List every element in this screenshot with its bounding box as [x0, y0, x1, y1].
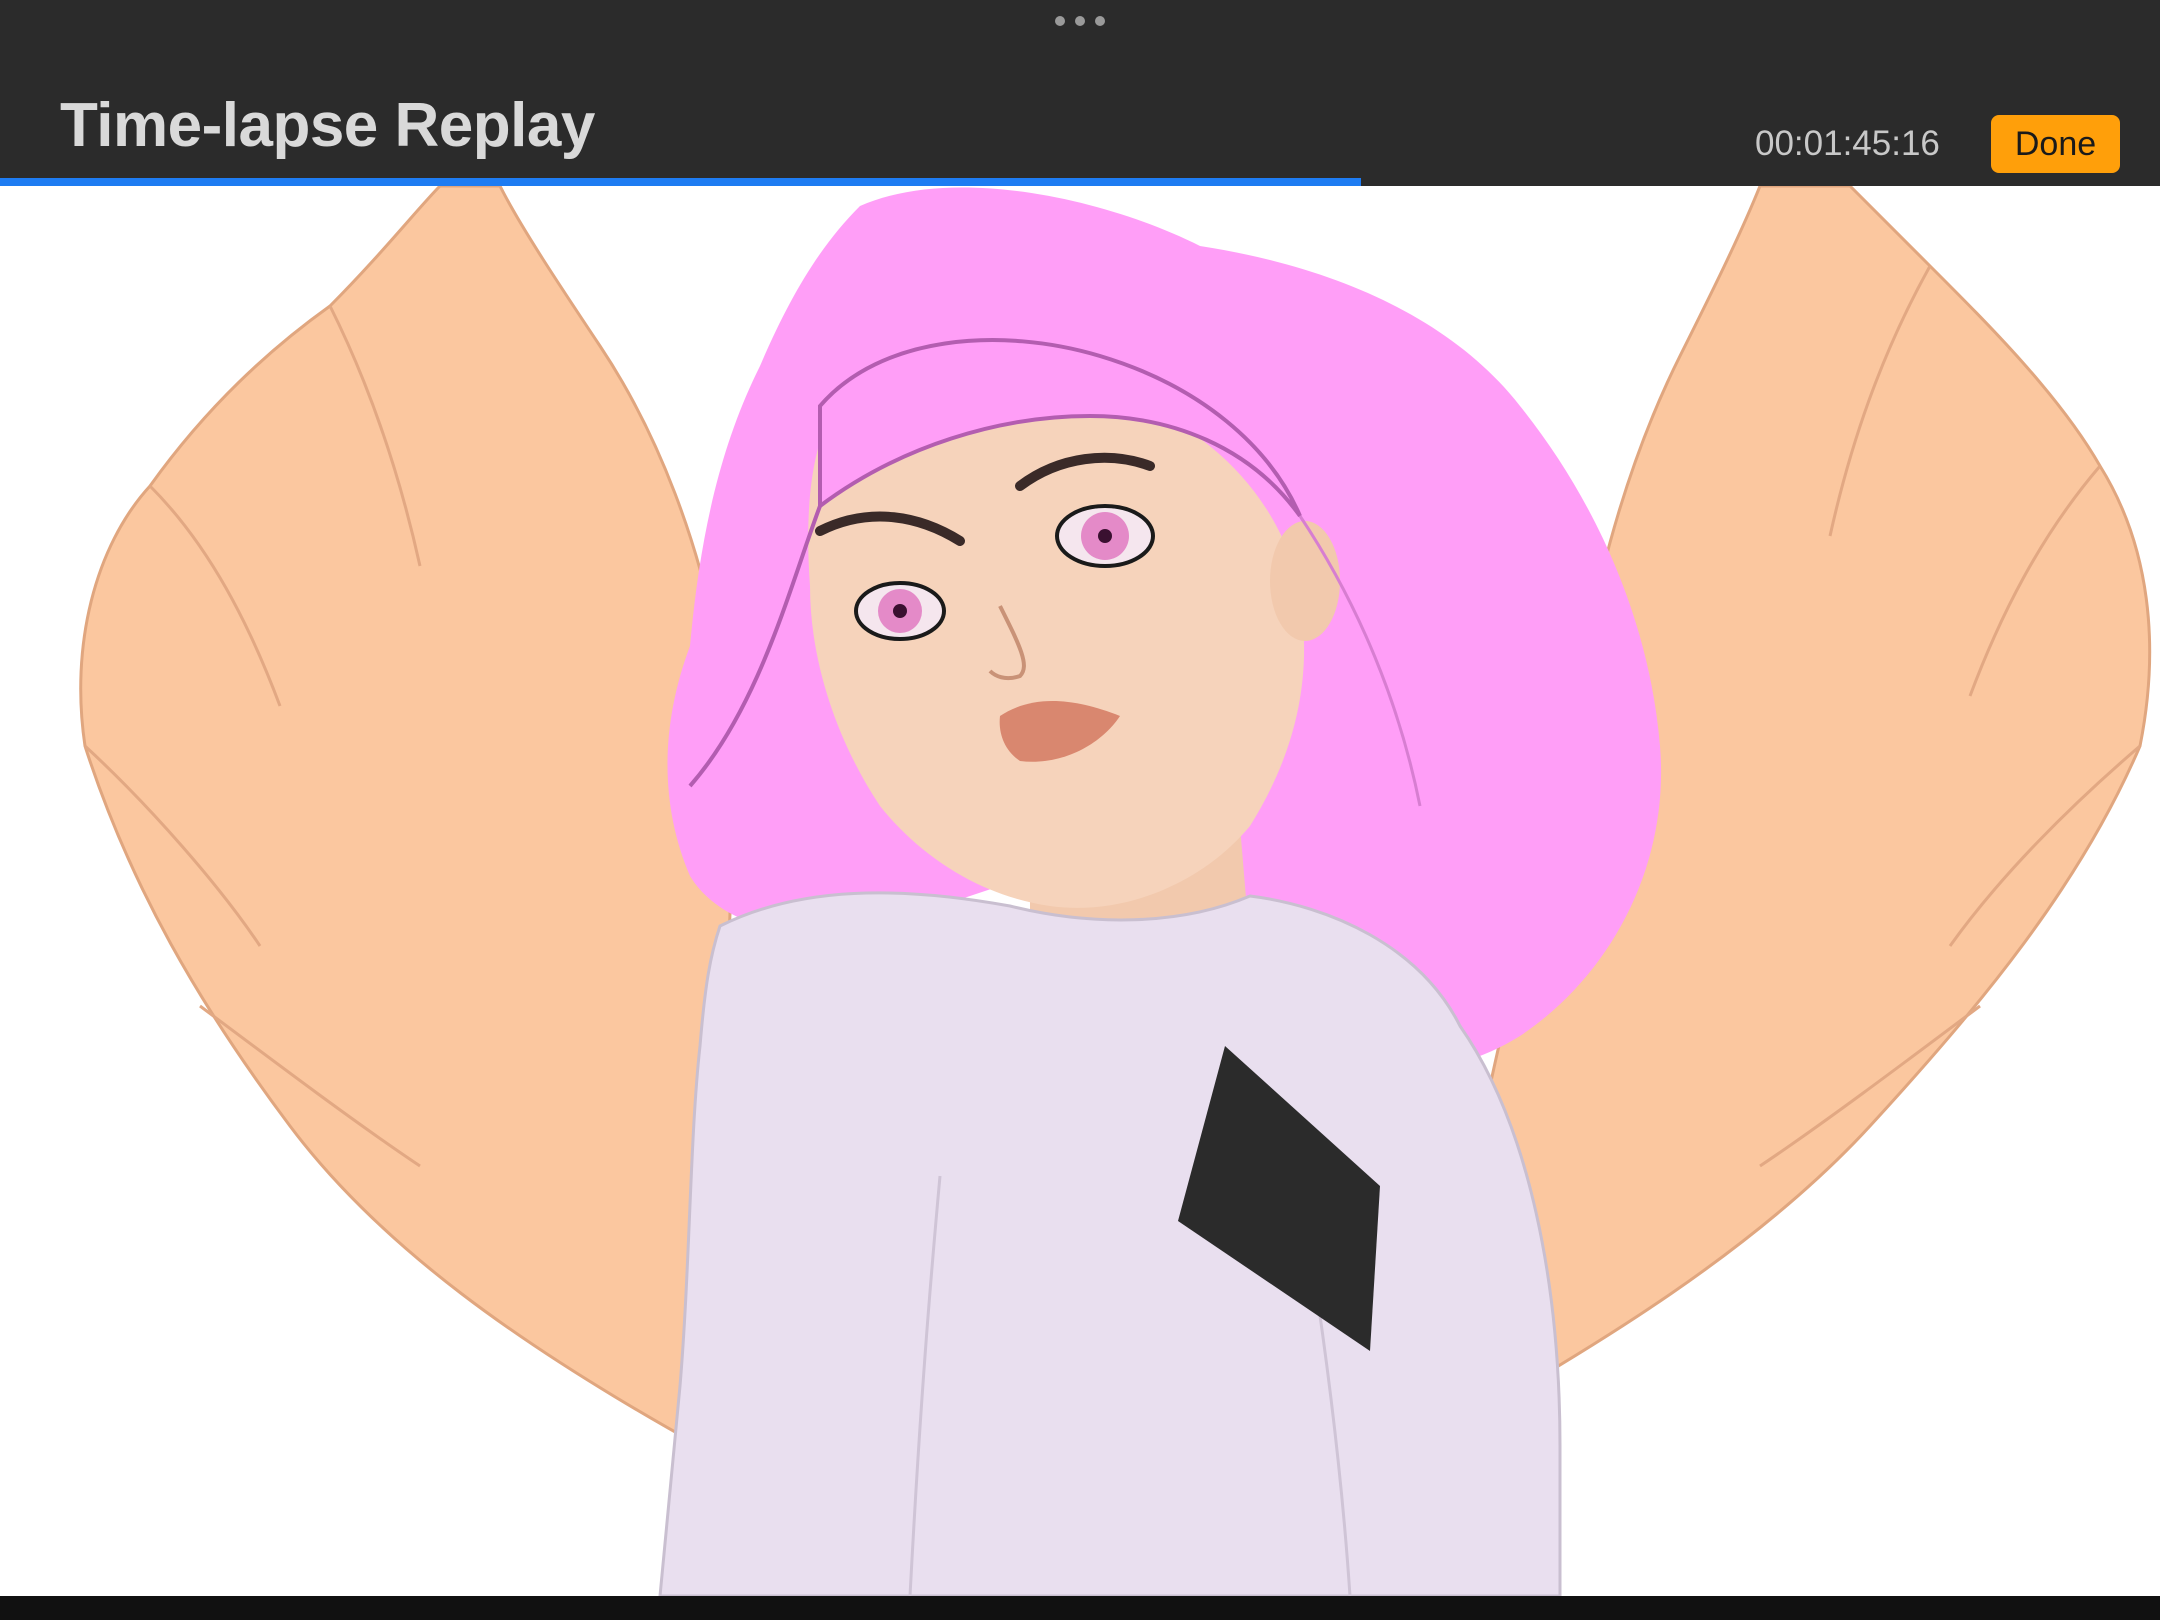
bottom-bar: [0, 1596, 2160, 1620]
replay-header: Time-lapse Replay 00:01:45:16 Done: [0, 0, 2160, 180]
timecode-readout: 00:01:45:16: [1755, 124, 1940, 163]
playback-progress-bar[interactable]: [0, 178, 2160, 186]
left-wing: [79, 186, 734, 1449]
artwork-canvas: [0, 186, 2160, 1596]
playback-progress-fill: [0, 178, 1361, 186]
more-options-icon[interactable]: [1055, 14, 1105, 28]
shirt: [658, 891, 1562, 1596]
page-title: Time-lapse Replay: [60, 91, 595, 160]
done-button[interactable]: Done: [1991, 115, 2120, 173]
artwork-illustration: [79, 186, 2152, 1596]
